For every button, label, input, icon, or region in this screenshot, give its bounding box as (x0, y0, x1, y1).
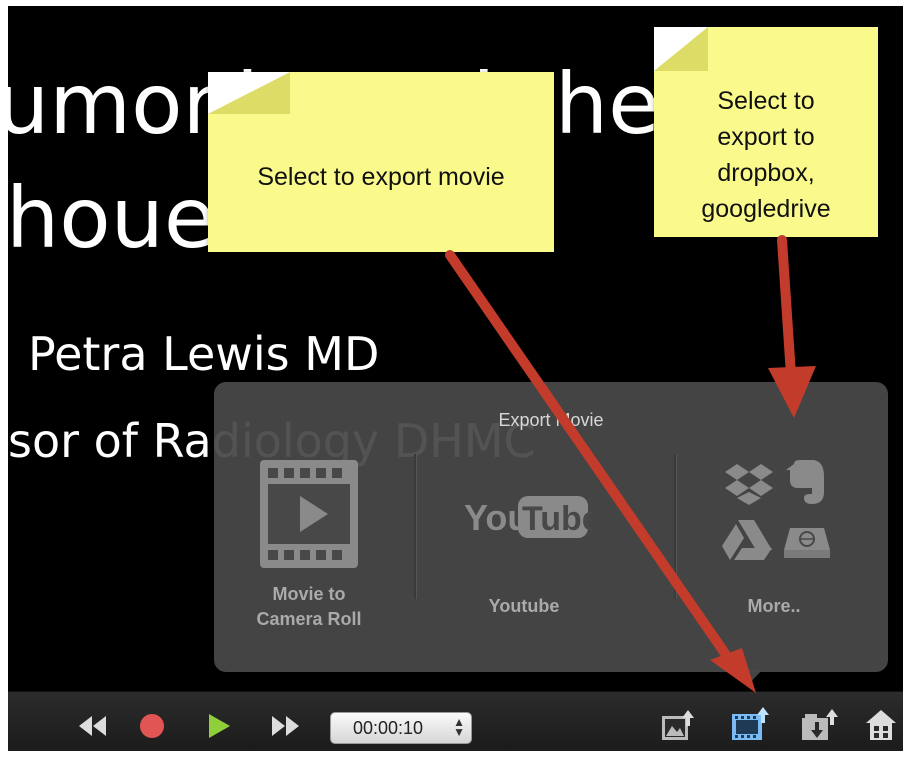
arrow-to-export-movie (445, 250, 738, 670)
arrowhead-export-movie (710, 648, 756, 693)
annotation-arrows (445, 235, 816, 693)
arrowhead-more (768, 366, 816, 418)
